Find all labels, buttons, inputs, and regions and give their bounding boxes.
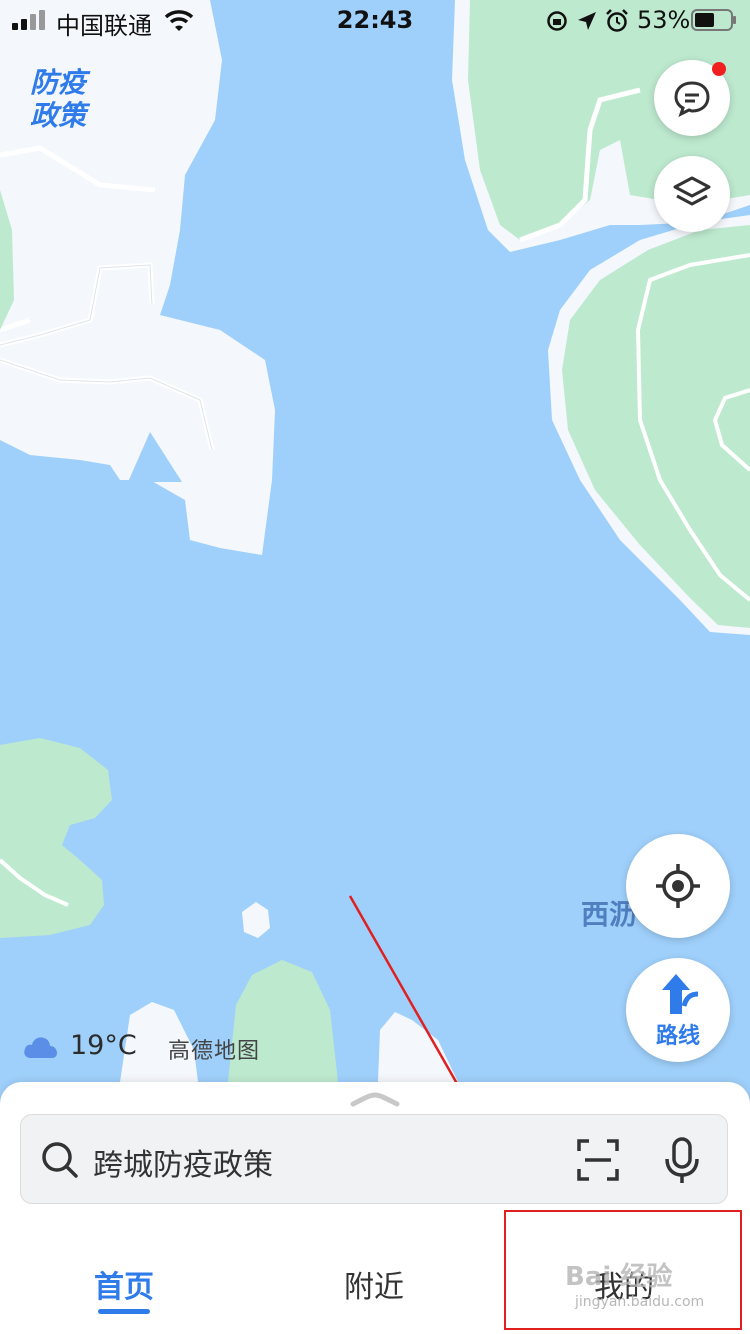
scan-icon[interactable] [577, 1139, 619, 1181]
search-bar[interactable]: 跨城防疫政策 [20, 1114, 728, 1204]
watermark-url: jingyan.baidu.com [575, 1294, 705, 1310]
sheet-handle-chevron-icon[interactable] [350, 1092, 400, 1108]
active-tab-indicator [98, 1309, 150, 1314]
tab-nearby[interactable]: 附近 [344, 1262, 404, 1306]
search-input[interactable]: 跨城防疫政策 [93, 1140, 273, 1184]
watermark: Bai 经验 [565, 1262, 673, 1292]
tab-home[interactable]: 首页 [94, 1262, 154, 1306]
search-icon [42, 1142, 78, 1178]
microphone-icon[interactable] [663, 1137, 701, 1185]
